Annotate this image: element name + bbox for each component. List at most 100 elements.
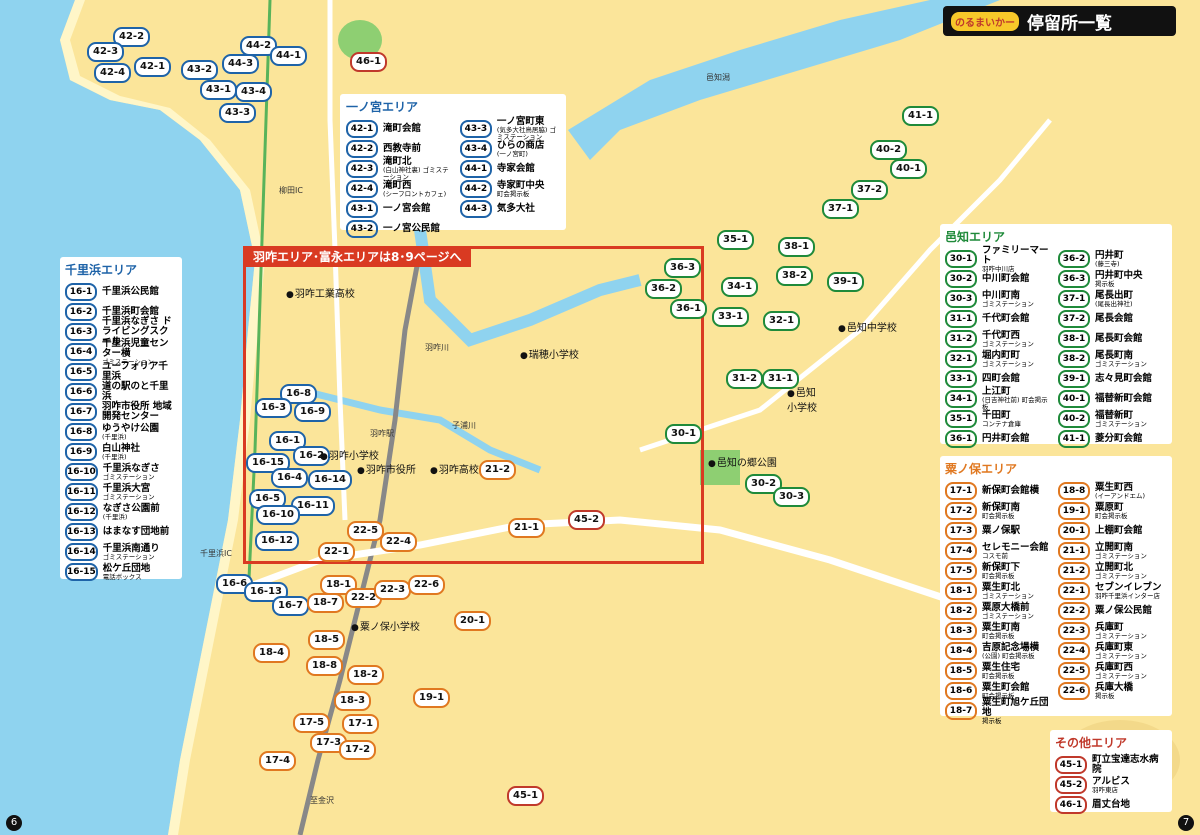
map-stop-31-2[interactable]: 31-2: [726, 369, 764, 389]
stop-code-badge: 43-4: [459, 140, 492, 158]
stop-code-badge: 17-5: [945, 562, 977, 580]
map-stop-44-1[interactable]: 44-1: [270, 46, 308, 66]
map-stop-36-3[interactable]: 36-3: [664, 258, 702, 278]
map-stop-17-2[interactable]: 17-2: [339, 740, 377, 760]
ochi-area-panel: 邑知エリア 30-1 ファミリーマート 羽咋中川店 30-2 中川町会館 30-3 中川町南…: [940, 224, 1172, 448]
stop-note: 掲示板: [1095, 279, 1115, 288]
map-stop-16-9[interactable]: 16-9: [294, 402, 332, 422]
map-stop-18-4[interactable]: 18-4: [253, 643, 291, 663]
map-stop-17-5[interactable]: 17-5: [293, 713, 331, 733]
map-stop-43-3[interactable]: 43-3: [219, 103, 257, 123]
map-stop-43-4[interactable]: 43-4: [235, 82, 273, 102]
stop-code-badge: 45-2: [1055, 776, 1087, 794]
stop-note: 町会掲示板: [496, 189, 530, 198]
map-stop-16-3[interactable]: 16-3: [255, 398, 293, 418]
stop-name: ユーフォリア千里浜: [102, 361, 168, 382]
map-stop-18-3[interactable]: 18-3: [334, 691, 372, 711]
map-stop-45-1[interactable]: 45-1: [507, 786, 545, 806]
map-stop-22-3[interactable]: 22-3: [374, 580, 412, 600]
map-stop-40-2[interactable]: 40-2: [870, 140, 908, 160]
stop-note: ゴミステーション: [1095, 571, 1147, 580]
stop-list-item: 18-2 粟原大橋前 ゴミステーション: [945, 601, 1054, 621]
stop-list-item: 41-1 菱分町会館: [1058, 429, 1167, 449]
stop-list-item: 16-13 はまなす団地前: [65, 522, 177, 542]
stop-list-item: 16-11 千里浜大宮 ゴミステーション: [65, 482, 177, 502]
map-stop-18-2[interactable]: 18-2: [347, 665, 385, 685]
stop-name: 中川町南 ゴミステーション: [982, 289, 1034, 308]
stop-code-badge: 30-2: [945, 270, 977, 288]
stop-name: 円井町中央 掲示板: [1095, 269, 1143, 288]
map-stop-34-1[interactable]: 34-1: [721, 277, 759, 297]
stop-note: ゴミステーション: [1095, 551, 1147, 560]
stop-code-badge: 16-15: [65, 563, 98, 581]
stop-list-item: 22-4 兵庫町東 ゴミステーション: [1058, 641, 1167, 661]
map-stop-21-1[interactable]: 21-1: [508, 518, 546, 538]
stop-name: アルビス 羽咋東店: [1092, 775, 1130, 794]
stop-note: 掲示板: [982, 716, 1002, 725]
stop-code-badge: 21-2: [1058, 562, 1090, 580]
map-stop-42-4[interactable]: 42-4: [94, 63, 132, 83]
map-stop-20-1[interactable]: 20-1: [454, 611, 492, 631]
map-stop-16-7[interactable]: 16-7: [272, 596, 310, 616]
stop-code-badge: 17-2: [945, 502, 977, 520]
map-stop-18-7[interactable]: 18-7: [307, 593, 345, 613]
stop-note: (尾長出神社): [1095, 299, 1133, 308]
stop-note: ゴミステーション: [102, 492, 155, 501]
map-stop-41-1[interactable]: 41-1: [902, 106, 940, 126]
map-stop-37-1[interactable]: 37-1: [822, 199, 860, 219]
stop-code-badge: 36-1: [945, 430, 977, 448]
map-stop-42-3[interactable]: 42-3: [87, 42, 125, 62]
map-stop-30-3[interactable]: 30-3: [773, 487, 811, 507]
stop-list-item: 16-5 ユーフォリア千里浜: [65, 362, 177, 382]
page-number-left: 6: [6, 815, 22, 831]
map-stop-32-1[interactable]: 32-1: [763, 311, 801, 331]
map-stop-38-2[interactable]: 38-2: [776, 266, 814, 286]
map-stop-17-1[interactable]: 17-1: [342, 714, 380, 734]
map-stop-35-1[interactable]: 35-1: [717, 230, 755, 250]
stop-list-item: 17-4 セレモニー会館 コスモ前: [945, 541, 1054, 561]
stop-list-item: 43-1 一ノ宮会館: [346, 199, 454, 219]
map-stop-39-1[interactable]: 39-1: [827, 272, 865, 292]
stop-list-item: 18-8 粟生町西 (イーアンドエム): [1058, 481, 1167, 501]
map-stop-16-10[interactable]: 16-10: [256, 505, 300, 525]
map-stop-42-1[interactable]: 42-1: [134, 57, 172, 77]
map-stop-45-2[interactable]: 45-2: [568, 510, 606, 530]
map-stop-17-4[interactable]: 17-4: [259, 751, 297, 771]
stop-name: 志々見町会館: [1095, 373, 1153, 385]
stop-list-item: 32-1 堀内町町 ゴミステーション: [945, 349, 1054, 369]
map-stop-40-1[interactable]: 40-1: [890, 159, 928, 179]
stop-name: 福替新町 ゴミステーション: [1095, 409, 1147, 428]
map-stop-36-1[interactable]: 36-1: [670, 299, 708, 319]
stop-name: 円井町 (藤三寺): [1095, 249, 1124, 268]
ichinomiya-list-left: 42-1 滝町会館 42-2 西教寺前 42-3 滝町北 (白山神社裏) ゴミステーション 4…: [346, 119, 454, 239]
map-stop-37-2[interactable]: 37-2: [851, 180, 889, 200]
map-stop-18-8[interactable]: 18-8: [306, 656, 344, 676]
map-stop-43-2[interactable]: 43-2: [181, 60, 219, 80]
map-stop-36-2[interactable]: 36-2: [645, 279, 683, 299]
map-stop-18-5[interactable]: 18-5: [308, 630, 346, 650]
map-stop-22-4[interactable]: 22-4: [380, 532, 418, 552]
stop-name: 粟生町北 ゴミステーション: [982, 581, 1034, 600]
map-stop-46-1[interactable]: 46-1: [350, 52, 388, 72]
map-stop-33-1[interactable]: 33-1: [712, 307, 750, 327]
stop-list-item: 22-1 セブンイレブン 羽咋千里浜インター店: [1058, 581, 1167, 601]
map-stop-16-4[interactable]: 16-4: [271, 468, 309, 488]
stop-note: 町会掲示板: [982, 571, 1015, 580]
map-stop-16-14[interactable]: 16-14: [308, 470, 352, 490]
stop-name: 一ノ宮公民館: [383, 223, 441, 235]
stop-note: (千里浜): [102, 452, 127, 461]
stop-note: 羽咋東店: [1092, 785, 1118, 794]
map-stop-44-3[interactable]: 44-3: [222, 54, 260, 74]
map-stop-22-6[interactable]: 22-6: [408, 575, 446, 595]
stop-list-item: 30-1 ファミリーマート 羽咋中川店: [945, 245, 1054, 272]
stop-code-badge: 17-1: [945, 482, 977, 500]
map-stop-22-1[interactable]: 22-1: [318, 542, 356, 562]
place-ochi-chu: 邑知中学校: [838, 319, 897, 334]
map-stop-30-1[interactable]: 30-1: [665, 424, 703, 444]
map-stop-16-12[interactable]: 16-12: [255, 531, 299, 551]
map-stop-38-1[interactable]: 38-1: [778, 237, 816, 257]
map-stop-43-1[interactable]: 43-1: [200, 80, 238, 100]
map-stop-19-1[interactable]: 19-1: [413, 688, 451, 708]
map-stop-22-5[interactable]: 22-5: [347, 521, 385, 541]
map-stop-21-2[interactable]: 21-2: [479, 460, 517, 480]
